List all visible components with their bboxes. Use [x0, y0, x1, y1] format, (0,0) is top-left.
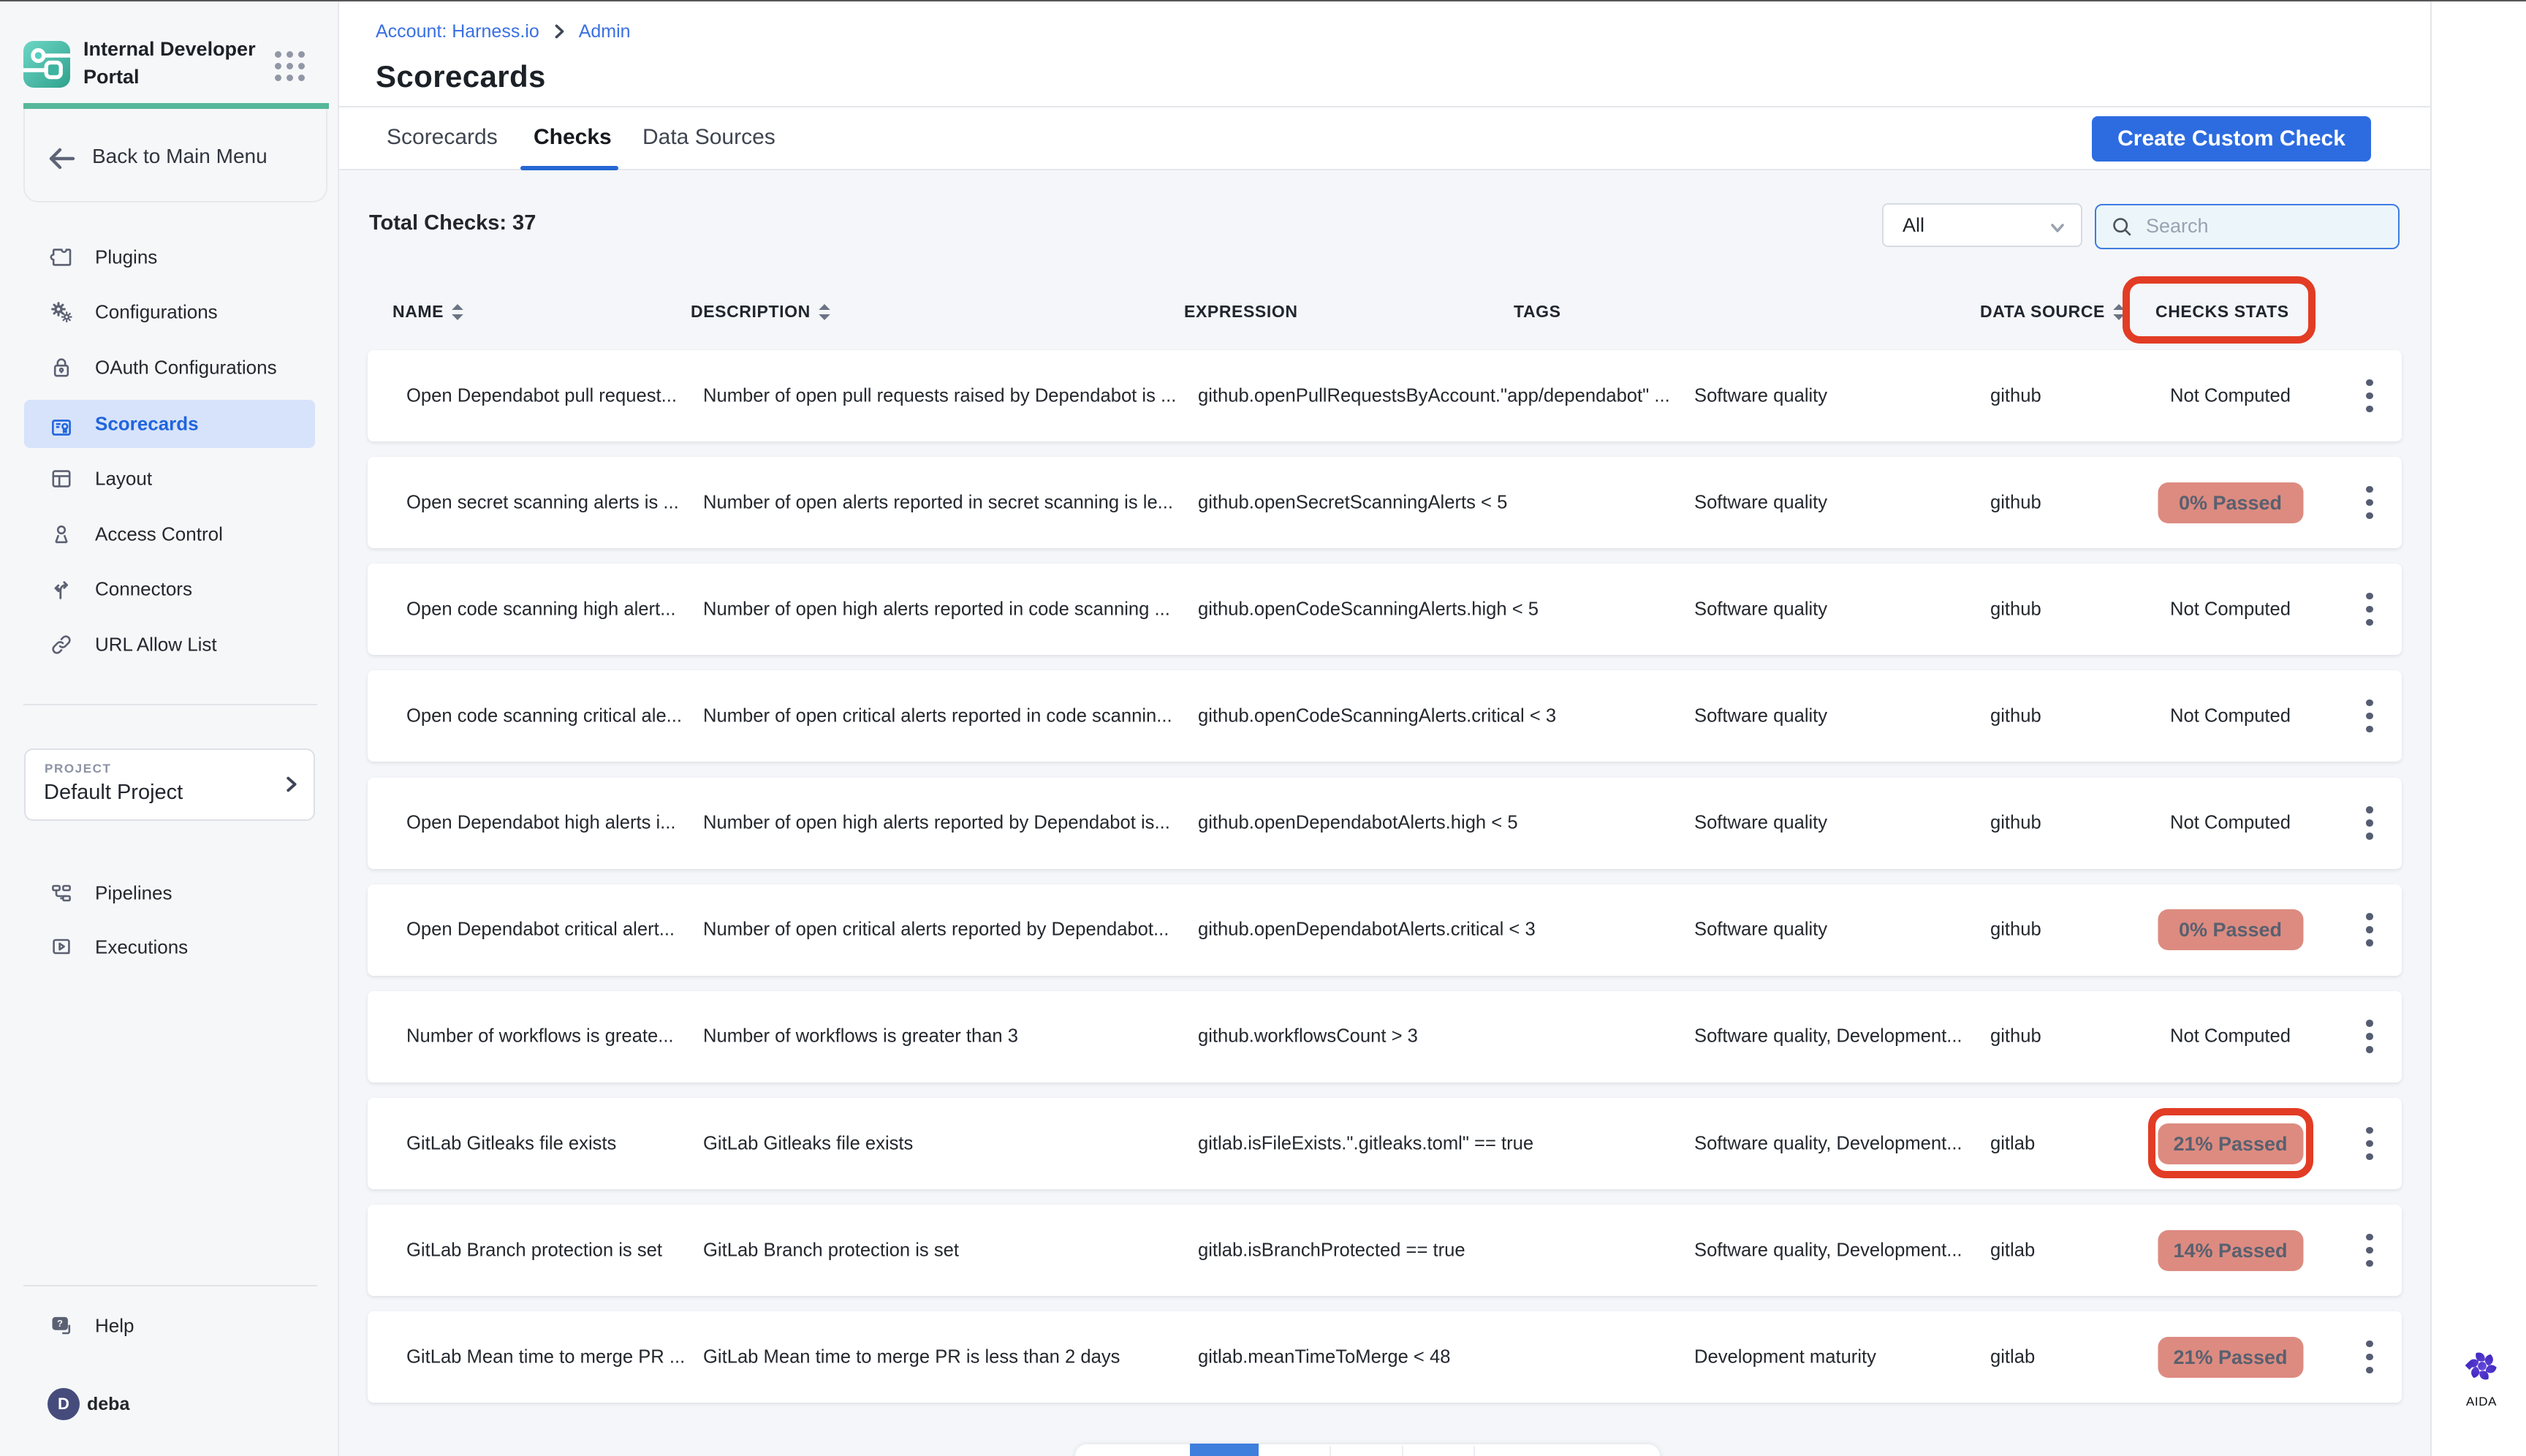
- svg-text:?: ?: [57, 1318, 63, 1329]
